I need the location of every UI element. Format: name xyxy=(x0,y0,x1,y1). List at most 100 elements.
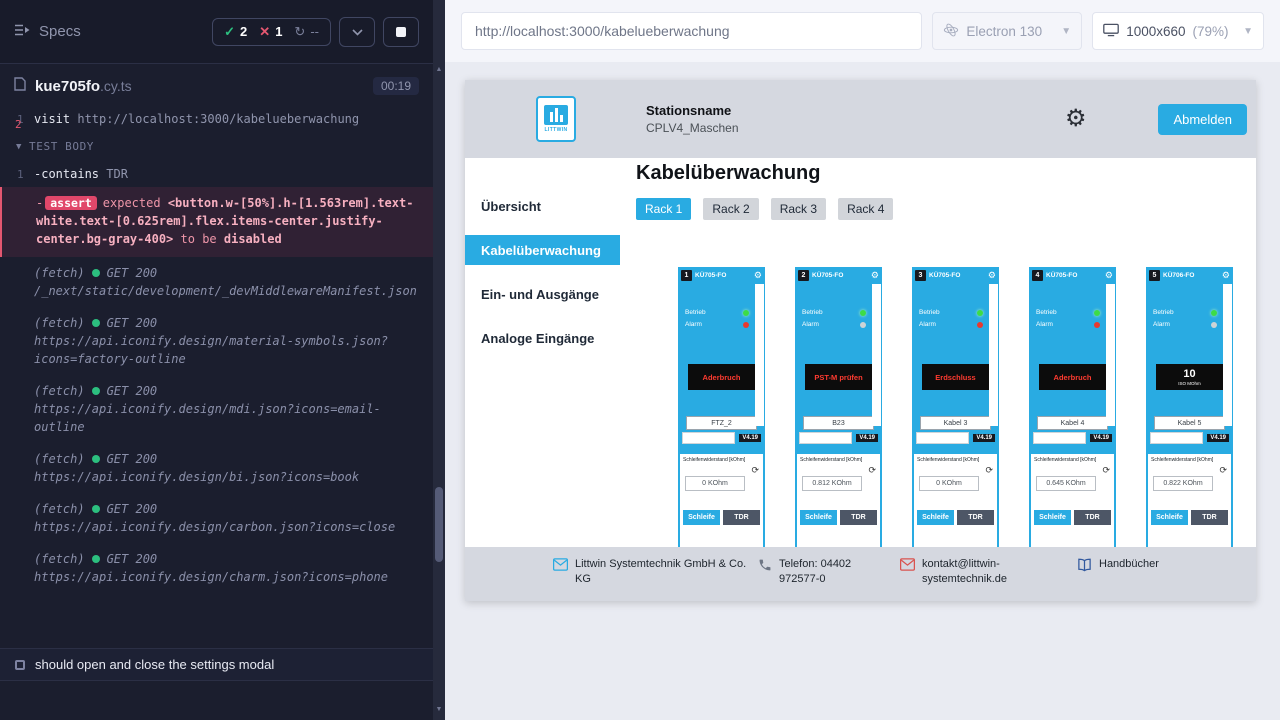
aut-panel: http://localhost:3000/kabelueberwachung … xyxy=(445,0,1280,720)
spare-field[interactable] xyxy=(799,432,852,444)
gear-icon[interactable]: ⚙ xyxy=(1222,271,1230,280)
betrieb-led xyxy=(977,310,983,316)
tdr-button[interactable]: TDR xyxy=(957,510,994,525)
fetch-log-row[interactable]: (fetch)GET 200 /_next/static/development… xyxy=(0,257,433,307)
station-info: Stationsname CPLV4_Maschen xyxy=(646,103,739,135)
viewport-icon xyxy=(1103,23,1119,40)
collapse-button[interactable] xyxy=(339,17,375,47)
refresh-icon[interactable]: ⟳ xyxy=(1219,466,1227,475)
chevron-down-icon: ▼ xyxy=(1061,26,1071,37)
stop-icon xyxy=(396,27,406,37)
tab-rack-3[interactable]: Rack 3 xyxy=(771,198,826,220)
refresh-icon[interactable]: ⟳ xyxy=(751,466,759,475)
fetch-log-row[interactable]: (fetch)GET 200 https://api.iconify.desig… xyxy=(0,307,433,375)
resistance-value: 0 KOhm xyxy=(685,476,745,491)
card-model: KÜ705-FO xyxy=(812,272,871,279)
cypress-reporter: Specs ✓2 ✕1 ↻-- kue705fo.cy.ts 00:19 1 xyxy=(0,0,433,720)
scrollbar-thumb[interactable] xyxy=(435,487,443,562)
firmware-version: V4.19 xyxy=(856,434,878,442)
footer-manuals[interactable]: Handbücher xyxy=(1077,557,1159,577)
card-lower-panel: Schleifenwiderstand [kOhm] ⟳ 0.645 KOhm … xyxy=(1031,454,1114,547)
cable-label-field[interactable]: B23 xyxy=(803,416,874,430)
status-ok-dot xyxy=(92,505,100,513)
fetch-log-row[interactable]: (fetch)GET 200 https://api.iconify.desig… xyxy=(0,543,433,593)
schleife-button[interactable]: Schleife xyxy=(683,510,720,525)
gear-icon[interactable]: ⚙ xyxy=(754,271,762,280)
gear-icon[interactable]: ⚙ xyxy=(988,271,996,280)
littwin-logo: LITTWIN xyxy=(536,96,576,142)
spec-file-icon xyxy=(14,77,26,96)
cable-label-field[interactable]: FTZ_2 xyxy=(686,416,757,430)
reporter-header: Specs ✓2 ✕1 ↻-- xyxy=(0,0,433,64)
cable-label-field[interactable]: Kabel 5 xyxy=(1154,416,1225,430)
fetch-log-row[interactable]: (fetch)GET 200 https://api.iconify.desig… xyxy=(0,375,433,443)
fetch-log-row[interactable]: (fetch)GET 200 https://api.iconify.desig… xyxy=(0,493,433,543)
refresh-icon[interactable]: ⟳ xyxy=(868,466,876,475)
scroll-down-icon[interactable]: ▼ xyxy=(433,706,445,713)
reporter-controls: ✓2 ✕1 ↻-- xyxy=(212,17,419,47)
card-model: KÜ705-FO xyxy=(1046,272,1105,279)
test-stats: ✓2 ✕1 ↻-- xyxy=(212,18,331,46)
status-ok-dot xyxy=(92,555,100,563)
tab-rack-1[interactable]: Rack 1 xyxy=(636,198,691,220)
refresh-icon[interactable]: ⟳ xyxy=(1102,466,1110,475)
firmware-version: V4.19 xyxy=(1207,434,1229,442)
refresh-icon[interactable]: ⟳ xyxy=(985,466,993,475)
firmware-version: V4.19 xyxy=(739,434,761,442)
command-contains[interactable]: 1 -contains TDR xyxy=(0,163,433,185)
status-display: Aderbruch xyxy=(688,364,755,390)
tab-rack-2[interactable]: Rack 2 xyxy=(703,198,758,220)
scroll-up-icon[interactable]: ▲ xyxy=(433,66,445,73)
command-assert-failed[interactable]: 2-assertexpected <button.w-[50%].h-[1.56… xyxy=(0,187,433,257)
sidebar-item-kabelueberwachung[interactable]: Kabelüberwachung xyxy=(465,235,620,265)
schleife-button[interactable]: Schleife xyxy=(917,510,954,525)
spare-field[interactable] xyxy=(1033,432,1086,444)
viewport-select[interactable]: 1000x660 (79%) ▼ xyxy=(1092,12,1264,50)
spec-name[interactable]: kue705fo.cy.ts xyxy=(35,78,132,95)
card-side-strip xyxy=(1223,284,1232,426)
spare-field[interactable] xyxy=(916,432,969,444)
settings-gear-icon[interactable]: ⚙ xyxy=(1065,107,1087,131)
device-card-1: 1KÜ705-FO⚙ Betrieb Alarm Aderbruch FTZ_2… xyxy=(678,267,765,547)
command-log: 1 visit http://localhost:3000/kabelueber… xyxy=(0,108,433,648)
logout-button[interactable]: Abmelden xyxy=(1158,104,1247,135)
sidebar-item-uebersicht[interactable]: Übersicht xyxy=(465,184,620,228)
check-icon: ✓ xyxy=(224,24,235,40)
tdr-button[interactable]: TDR xyxy=(1191,510,1228,525)
app-sidebar: Übersicht Kabelüberwachung Ein- und Ausg… xyxy=(465,158,620,547)
specs-button[interactable]: Specs xyxy=(14,23,81,41)
reporter-scrollbar[interactable]: ▲ ▼ xyxy=(433,0,445,720)
stop-button[interactable] xyxy=(383,17,419,47)
resistance-value: 0.812 KOhm xyxy=(802,476,862,491)
spare-field[interactable] xyxy=(682,432,735,444)
cable-label-field[interactable]: Kabel 4 xyxy=(1037,416,1108,430)
gear-icon[interactable]: ⚙ xyxy=(1105,271,1113,280)
tdr-button[interactable]: TDR xyxy=(840,510,877,525)
tab-rack-4[interactable]: Rack 4 xyxy=(838,198,893,220)
command-visit[interactable]: 1 visit http://localhost:3000/kabelueber… xyxy=(0,108,433,130)
status-ok-dot xyxy=(92,387,100,395)
gear-icon[interactable]: ⚙ xyxy=(871,271,879,280)
footer-company: Littwin Systemtechnik GmbH & Co. KG xyxy=(553,557,758,587)
assert-state: disabled xyxy=(224,232,282,246)
schleife-button[interactable]: Schleife xyxy=(1034,510,1071,525)
email-icon xyxy=(900,557,915,587)
tdr-button[interactable]: TDR xyxy=(1074,510,1111,525)
page-title: Kabelüberwachung xyxy=(636,160,1256,186)
schleife-button[interactable]: Schleife xyxy=(1151,510,1188,525)
device-card-3: 3KÜ705-FO⚙ Betrieb Alarm Erdschluss Kabe… xyxy=(912,267,999,547)
browser-select[interactable]: Electron 130 ▼ xyxy=(932,12,1082,50)
tdr-button[interactable]: TDR xyxy=(723,510,760,525)
footer-email[interactable]: kontakt@littwin-systemtechnik.de xyxy=(900,557,1077,587)
schleife-button[interactable]: Schleife xyxy=(800,510,837,525)
cable-label-field[interactable]: Kabel 3 xyxy=(920,416,991,430)
sidebar-item-ein-und-ausgaenge[interactable]: Ein- und Ausgänge xyxy=(465,272,620,316)
status-ok-dot xyxy=(92,455,100,463)
test-body-section[interactable]: ▼ TEST BODY xyxy=(0,130,433,163)
fetch-log-row[interactable]: (fetch)GET 200 https://api.iconify.desig… xyxy=(0,443,433,493)
betrieb-led xyxy=(860,310,866,316)
spare-field[interactable] xyxy=(1150,432,1203,444)
next-test-title[interactable]: should open and close the settings modal xyxy=(0,648,433,681)
url-field[interactable]: http://localhost:3000/kabelueberwachung xyxy=(461,12,922,50)
sidebar-item-analoge-eingaenge[interactable]: Analoge Eingänge xyxy=(465,316,620,360)
